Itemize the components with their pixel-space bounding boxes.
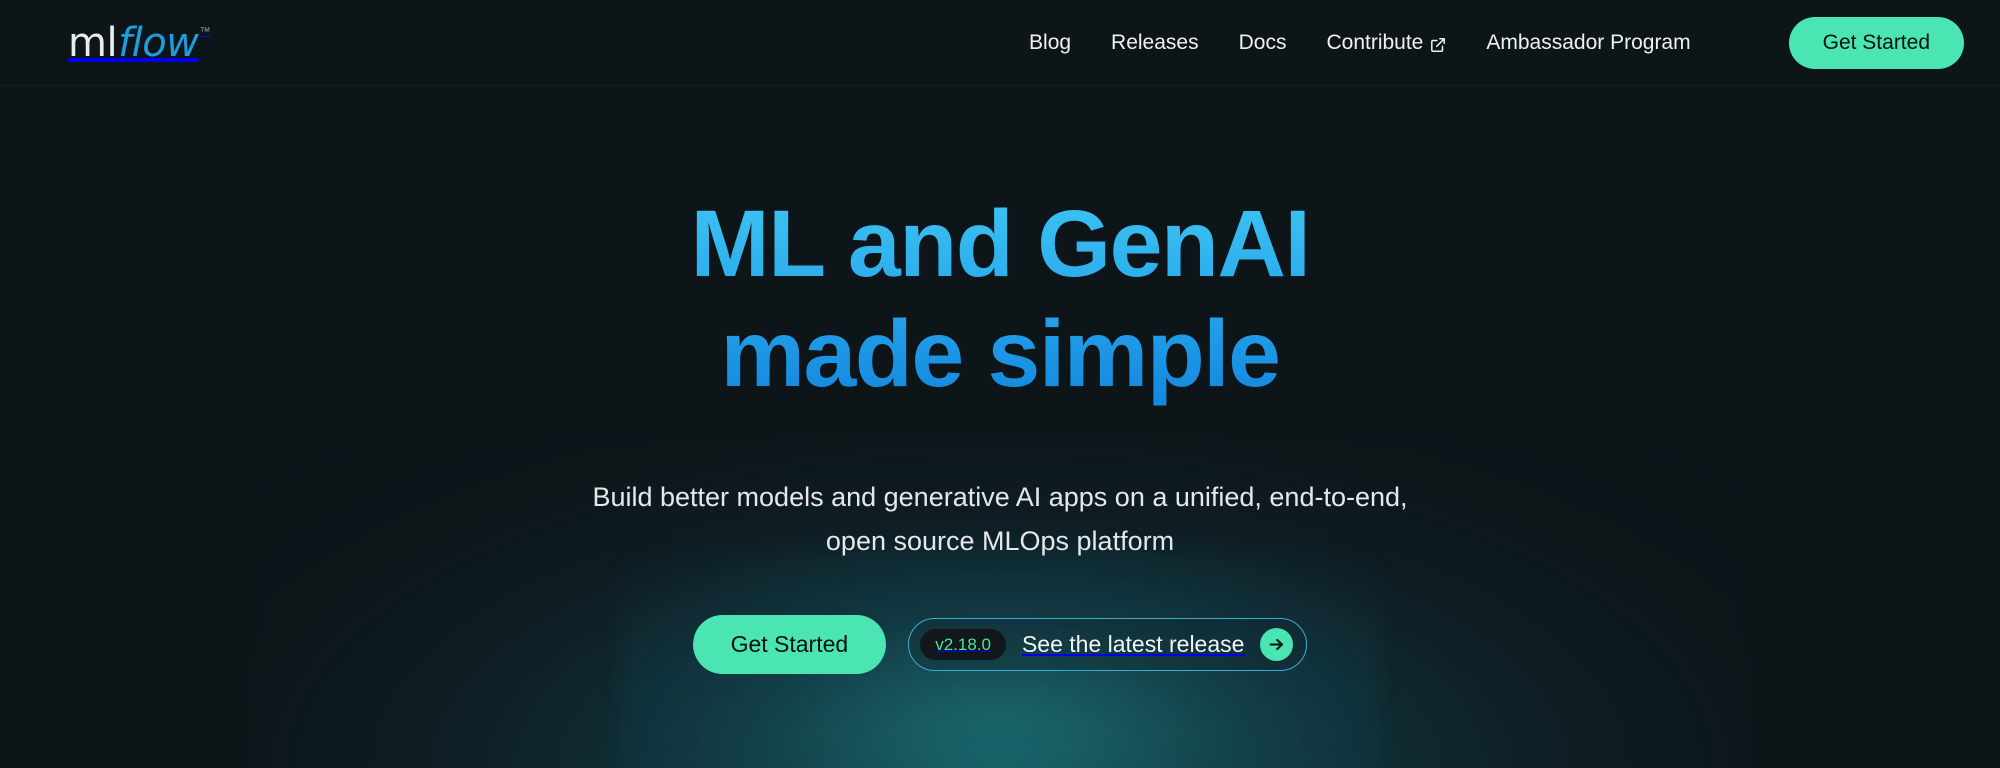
hero-subtitle: Build better models and generative AI ap…	[0, 475, 2000, 563]
nav-item-ambassador-program[interactable]: Ambassador Program	[1486, 31, 1690, 55]
hero-headline-line-1: ML and GenAI	[690, 191, 1310, 297]
mlflow-landing-page: ml flow ™ Blog Releases Docs Contribute	[0, 0, 2000, 768]
header-get-started-button[interactable]: Get Started	[1788, 16, 1964, 69]
release-link-label: See the latest release	[1021, 631, 1245, 658]
nav-label-contribute: Contribute	[1326, 30, 1424, 54]
site-header: ml flow ™ Blog Releases Docs Contribute	[0, 0, 2000, 86]
hero-headline: ML and GenAI made simple	[0, 190, 2000, 409]
logo-text-ml: ml	[68, 19, 118, 66]
hero-subtitle-line-1: Build better models and generative AI ap…	[592, 482, 1408, 513]
nav-label-ambassador-program: Ambassador Program	[1486, 30, 1691, 54]
nav-label-releases: Releases	[1111, 30, 1199, 54]
nav-item-blog[interactable]: Blog	[1029, 31, 1071, 55]
mlflow-logo[interactable]: ml flow ™	[68, 23, 210, 63]
latest-release-link[interactable]: v2.18.0 See the latest release	[908, 618, 1308, 672]
release-version-badge: v2.18.0	[920, 629, 1006, 661]
nav-item-contribute[interactable]: Contribute	[1326, 31, 1446, 55]
hero-get-started-button[interactable]: Get Started	[692, 615, 887, 675]
logo-trademark: ™	[199, 25, 211, 38]
hero-cta-row: Get Started v2.18.0 See the latest relea…	[0, 615, 2000, 675]
nav-item-releases[interactable]: Releases	[1111, 31, 1199, 55]
external-link-icon	[1430, 35, 1446, 52]
hero-subtitle-line-2: open source MLOps platform	[825, 526, 1175, 557]
hero-section: ML and GenAI made simple Build better mo…	[0, 86, 2000, 675]
logo-text-flow: flow	[118, 19, 199, 66]
primary-navigation: Blog Releases Docs Contribute Ambassador…	[1029, 16, 1964, 69]
hero-headline-line-2: made simple	[720, 300, 1280, 407]
nav-label-docs: Docs	[1238, 30, 1287, 54]
arrow-right-icon	[1260, 628, 1294, 662]
nav-label-blog: Blog	[1029, 30, 1072, 54]
nav-item-docs[interactable]: Docs	[1239, 31, 1287, 55]
